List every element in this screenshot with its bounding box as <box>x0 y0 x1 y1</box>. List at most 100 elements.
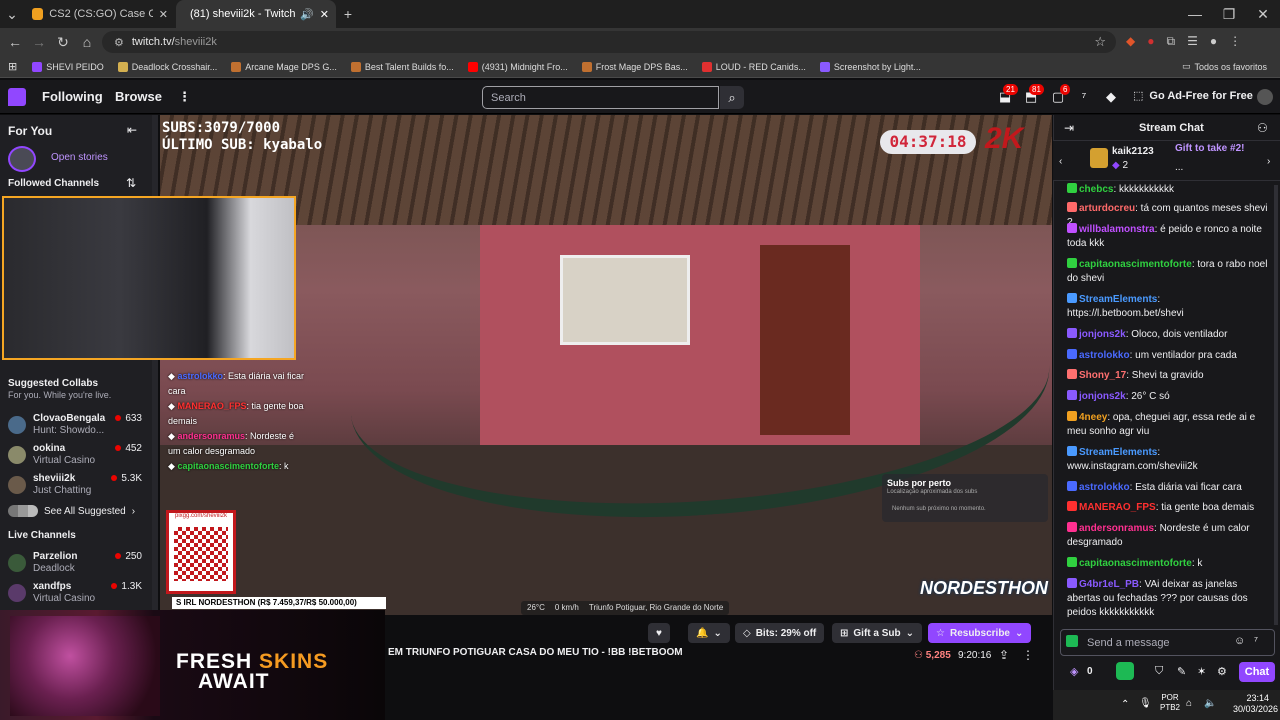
share-icon[interactable]: ⇪ <box>999 648 1009 662</box>
chat-username[interactable]: jonjons2k <box>1079 329 1126 340</box>
bookmark-item[interactable]: Frost Mage DPS Bas... <box>575 61 695 72</box>
chat-username[interactable]: 4neey <box>1079 412 1107 423</box>
collapse-chat-icon[interactable]: ⇥ <box>1064 121 1074 135</box>
sidebar-channel[interactable]: xandfps Virtual Casino 1.3K <box>8 581 146 605</box>
channel-points-icon[interactable]: ◈ <box>1070 665 1078 678</box>
home-icon[interactable]: ⌂ <box>75 30 99 54</box>
forward-icon[interactable]: → <box>27 30 51 54</box>
chat-username[interactable]: arturdocreu <box>1079 203 1135 214</box>
back-icon[interactable]: ← <box>3 30 27 54</box>
window-close-icon[interactable]: ✕ <box>1246 2 1280 26</box>
chevron-right-icon[interactable]: › <box>1267 156 1270 167</box>
chat-username[interactable]: chebcs <box>1079 184 1113 195</box>
bookmark-item[interactable]: (4931) Midnight Fro... <box>461 61 575 72</box>
chat-username[interactable]: astrolokko <box>1079 482 1130 493</box>
apps-grid-icon[interactable]: ⊞ <box>0 60 25 73</box>
sort-icon[interactable]: ⇅ <box>126 176 136 190</box>
bookmark-item[interactable]: LOUD - RED Canids... <box>695 61 813 72</box>
more-kebab-icon[interactable]: ⋮ <box>178 89 191 105</box>
volume-icon[interactable]: 🔈 <box>1204 698 1216 709</box>
chat-scrollbar[interactable] <box>1274 185 1278 625</box>
bookmark-item[interactable]: Best Talent Builds fo... <box>344 61 461 72</box>
pencil-icon[interactable]: ✎ <box>1177 665 1186 678</box>
microphone-icon[interactable]: 🎙 <box>1139 698 1152 709</box>
browser-tab-twitch[interactable]: (81) sheviii2k - Twitch 🔊 ✕ <box>176 0 336 28</box>
close-icon[interactable]: ✕ <box>320 8 329 21</box>
bookmark-item[interactable]: Screenshot by Light... <box>813 61 928 72</box>
close-icon[interactable]: ✕ <box>159 8 168 21</box>
address-bar[interactable]: ⚙ twitch.tv/sheviii2k ☆ <box>102 31 1116 53</box>
7tv-icon[interactable]: ⁷ <box>1076 89 1092 105</box>
community-icon[interactable]: ⚇ <box>1257 121 1268 135</box>
notifications-bell-button[interactable]: 🔔 ⌄ <box>688 623 730 643</box>
chat-username[interactable]: capitaonascimentoforte <box>1079 259 1192 270</box>
see-all-suggested-link[interactable]: See All Suggested › <box>8 505 148 517</box>
nav-following[interactable]: Following <box>42 89 103 104</box>
bookmark-star-icon[interactable]: ☆ <box>1094 34 1106 50</box>
video-player[interactable] <box>160 115 1052 615</box>
go-ad-free-button[interactable]: ⬚ Go Ad-Free for Free <box>1133 89 1253 103</box>
sidebar-scrollbar[interactable] <box>152 115 158 610</box>
speaker-icon[interactable]: 🔊 <box>300 8 314 21</box>
follow-heart-button[interactable]: ♥ <box>648 623 670 643</box>
new-tab-icon[interactable]: + <box>336 2 360 26</box>
bookmark-item[interactable]: Arcane Mage DPS G... <box>224 61 344 72</box>
gift-to-take-label[interactable]: Gift to take #2! <box>1175 143 1244 154</box>
chat-tools-icon[interactable]: ✶ <box>1197 665 1206 678</box>
chat-send-button[interactable]: Chat <box>1239 662 1275 682</box>
chat-username[interactable]: andersonramus <box>1079 523 1154 534</box>
chat-username[interactable]: Shony_17 <box>1079 370 1126 381</box>
more-options-icon[interactable]: ⋮ <box>1022 648 1034 662</box>
chat-username[interactable]: jonjons2k <box>1079 391 1126 402</box>
clock[interactable]: 23:14 30/03/2026 <box>1233 693 1278 715</box>
7tv-emote-icon[interactable]: ⁷ <box>1254 635 1258 647</box>
search-input[interactable]: Search <box>482 86 719 109</box>
chat-username[interactable]: G4br1eL_PB <box>1079 579 1139 590</box>
minimize-icon[interactable]: — <box>1178 2 1212 26</box>
user-avatar[interactable] <box>1257 89 1273 105</box>
sidebar-channel[interactable]: ClovaoBengala Hunt: Showdo... 633 <box>8 413 146 437</box>
maximize-icon[interactable]: ❐ <box>1212 2 1246 26</box>
sidebar-channel[interactable]: Parzelion Deadlock 250 <box>8 551 146 575</box>
stories-avatar[interactable] <box>8 146 36 172</box>
bookmark-item[interactable]: SHEVI PEIDO <box>25 61 111 72</box>
chat-username[interactable]: astrolokko <box>1079 350 1130 361</box>
chat-username[interactable]: willbalamonstra <box>1079 224 1155 235</box>
bits-icon[interactable]: ◆ <box>1103 89 1119 105</box>
tab-search-icon[interactable]: ⌄ <box>0 2 24 26</box>
reading-list-icon[interactable]: ☰ <box>1187 34 1198 49</box>
chevron-up-icon[interactable]: ⌃ <box>1121 699 1129 710</box>
chevron-left-icon[interactable]: ‹ <box>1059 156 1062 167</box>
bookmark-item[interactable]: Deadlock Crosshair... <box>111 61 225 72</box>
search-icon[interactable]: ⌕ <box>720 86 744 109</box>
extension-red-icon[interactable]: ● <box>1147 34 1154 49</box>
network-icon[interactable]: ⌂ <box>1186 698 1192 709</box>
chat-username[interactable]: StreamElements <box>1079 447 1157 458</box>
profile-avatar-icon[interactable]: ● <box>1210 34 1217 49</box>
browser-tab-csgo[interactable]: CS2 (CS:GO) Case Opening: W... ✕ <box>24 0 176 28</box>
twitch-logo-icon[interactable] <box>8 88 26 106</box>
keyboard-language[interactable]: POR PTB2 <box>1160 693 1180 713</box>
chat-username[interactable]: MANERAO_FPS <box>1079 502 1156 513</box>
chat-username[interactable]: capitaonascimentoforte <box>1079 558 1192 569</box>
7tv-chat-icon[interactable] <box>1066 635 1078 647</box>
collapse-sidebar-icon[interactable]: ⇤ <box>127 123 137 137</box>
bits-button[interactable]: ◇ Bits: 29% off <box>735 623 825 643</box>
extension-fox-icon[interactable]: ◆ <box>1126 34 1135 49</box>
menu-kebab-icon[interactable]: ⋮ <box>1229 34 1241 49</box>
emote-icon[interactable]: ☺ <box>1234 635 1245 647</box>
settings-gear-icon[interactable]: ⚙ <box>1217 665 1227 678</box>
chat-username[interactable]: StreamElements <box>1079 294 1157 305</box>
shield-icon[interactable]: ⛉ <box>1155 665 1163 678</box>
sidebar-channel[interactable]: ookina Virtual Casino 452 <box>8 443 146 467</box>
extensions-puzzle-icon[interactable]: ⧉ <box>1166 34 1175 49</box>
nav-browse[interactable]: Browse <box>115 89 162 104</box>
site-info-icon[interactable]: ⚙ <box>114 36 124 49</box>
resubscribe-button[interactable]: ☆ Resubscribe ⌄ <box>928 623 1032 643</box>
reload-icon[interactable]: ↻ <box>51 30 75 54</box>
sidebar-channel[interactable]: sheviii2k Just Chatting 5.3K <box>8 473 146 497</box>
chest-bonus-icon[interactable] <box>1116 662 1134 680</box>
open-stories-link[interactable]: Open stories <box>51 152 108 163</box>
gift-sub-button[interactable]: ⊞ Gift a Sub ⌄ <box>832 623 923 643</box>
all-bookmarks[interactable]: ▭ Todos os favoritos <box>1175 61 1274 72</box>
